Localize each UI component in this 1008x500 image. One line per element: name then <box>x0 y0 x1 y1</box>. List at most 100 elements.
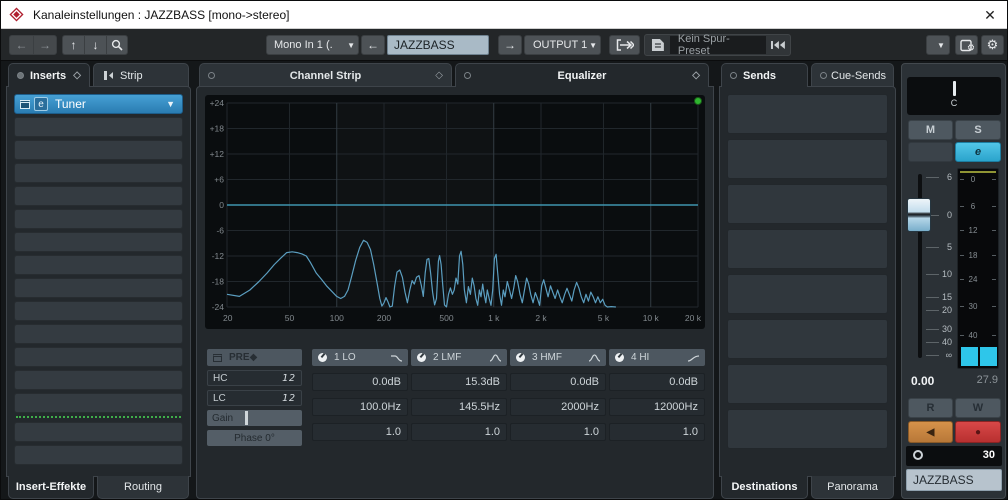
eq-band-header[interactable]: 1 LO <box>312 349 408 366</box>
eq-band-header[interactable]: 4 HI <box>609 349 705 366</box>
tab-panorama[interactable]: Panorama <box>811 476 894 499</box>
insert-bypass-icon[interactable] <box>20 100 30 109</box>
output-routing-select[interactable]: OUTPUT 1 ▼ <box>524 35 601 55</box>
preset-tag-icon[interactable] <box>650 38 666 52</box>
gain-slider[interactable]: Gain <box>207 410 302 426</box>
close-icon[interactable]: ✕ <box>977 3 1003 27</box>
fader-value[interactable]: 0.00 <box>911 374 934 388</box>
band-freq-field[interactable]: 2000Hz <box>510 398 606 416</box>
eq-band-header[interactable]: 3 HMF <box>510 349 606 366</box>
insert-slot-empty[interactable] <box>14 347 183 367</box>
previous-channel-icon[interactable]: ↑ <box>62 35 84 55</box>
input-routing-select[interactable]: Mono In 1 (. ▼ <box>266 35 359 55</box>
insert-slot-empty[interactable] <box>14 301 183 321</box>
mute-button[interactable]: M <box>908 120 953 140</box>
insert-slot-empty[interactable] <box>14 370 183 390</box>
tab-inserts[interactable]: Inserts ◇ <box>8 63 90 87</box>
band-q-field[interactable]: 1.0 <box>609 423 705 441</box>
send-slot-empty[interactable] <box>727 229 888 269</box>
peak-value[interactable]: 27.9 <box>977 374 998 386</box>
band-power-icon[interactable] <box>318 353 327 362</box>
insert-slot-empty[interactable] <box>14 422 183 442</box>
insert-slot-empty[interactable] <box>14 445 183 465</box>
listen-button[interactable] <box>908 142 953 162</box>
clip-indicator[interactable] <box>960 171 996 173</box>
gear-icon[interactable]: ⚙ <box>981 35 1004 55</box>
bypass-diamond-icon[interactable]: ◇ <box>73 70 81 81</box>
insert-slot-empty[interactable] <box>14 278 183 298</box>
band-freq-field[interactable]: 145.5Hz <box>411 398 507 416</box>
band-curve-icon[interactable] <box>588 353 601 363</box>
insert-slot-empty[interactable] <box>14 186 183 206</box>
tab-channel-strip[interactable]: Channel Strip ◇ <box>199 63 452 87</box>
insert-slot-empty[interactable] <box>14 232 183 252</box>
back-icon[interactable]: ← <box>9 35 33 55</box>
tab-cue-sends[interactable]: Cue-Sends <box>811 63 894 87</box>
channel-name-input[interactable]: JAZZBASS <box>387 35 489 55</box>
insert-slot-empty[interactable] <box>14 163 183 183</box>
pre-header[interactable]: PRE ◆ <box>207 349 302 366</box>
channel-name-label[interactable]: JAZZBASS <box>906 469 1002 491</box>
track-preset-field[interactable]: Kein Spur-Preset <box>670 36 766 54</box>
send-slot-empty[interactable] <box>727 409 888 449</box>
send-slot-empty[interactable] <box>727 184 888 224</box>
settings-dropdown-button[interactable]: ▼ <box>926 35 950 55</box>
tab-insert-effekte[interactable]: Insert-Effekte <box>8 476 94 499</box>
insert-slot-empty[interactable] <box>14 393 183 413</box>
fader-handle[interactable] <box>907 198 931 232</box>
eq-active-led[interactable] <box>695 98 702 105</box>
rewind-preset-icon[interactable] <box>770 40 786 50</box>
tab-equalizer[interactable]: Equalizer ◇ <box>455 63 709 87</box>
eq-band-header[interactable]: 2 LMF <box>411 349 507 366</box>
send-slot-empty[interactable] <box>727 94 888 134</box>
insert-edit-icon[interactable]: e <box>34 97 48 111</box>
band-gain-field[interactable]: 0.0dB <box>609 373 705 391</box>
tab-sends[interactable]: Sends <box>721 63 808 87</box>
monitor-button[interactable]: ◀ <box>908 421 953 443</box>
send-slot-empty[interactable] <box>727 274 888 314</box>
phase-button[interactable]: Phase 0° <box>207 430 302 446</box>
insert-slot-empty[interactable] <box>14 209 183 229</box>
band-power-icon[interactable] <box>417 353 426 362</box>
band-gain-field[interactable]: 0.0dB <box>510 373 606 391</box>
tab-destinations[interactable]: Destinations <box>721 476 808 499</box>
band-q-field[interactable]: 1.0 <box>312 423 408 441</box>
send-slot-empty[interactable] <box>727 139 888 179</box>
next-channel-icon[interactable]: ↓ <box>84 35 106 55</box>
insert-slot-empty[interactable] <box>14 255 183 275</box>
record-arm-button[interactable]: ● <box>955 421 1001 443</box>
direct-routing-button[interactable] <box>609 35 640 55</box>
pre-bypass-icon[interactable] <box>213 354 222 362</box>
insert-slot-empty[interactable] <box>14 324 183 344</box>
band-power-icon[interactable] <box>516 353 525 362</box>
output-arrow-icon[interactable]: → <box>498 35 522 55</box>
insert-slot-tuner[interactable]: eTuner▼ <box>14 94 183 114</box>
eq-curve-display[interactable]: +24+18+12+60-6-12-18-2420501002005001 k2… <box>205 95 705 329</box>
band-freq-field[interactable]: 100.0Hz <box>312 398 408 416</box>
write-automation-button[interactable]: W <box>955 398 1001 418</box>
window-setup-button[interactable]: ⚙ <box>955 35 978 55</box>
channel-color-icon[interactable] <box>913 450 923 460</box>
band-curve-icon[interactable] <box>390 353 403 363</box>
search-channel-button[interactable] <box>106 35 128 55</box>
band-power-icon[interactable] <box>615 353 624 362</box>
pan-handle[interactable] <box>953 81 956 96</box>
solo-button[interactable]: S <box>955 120 1001 140</box>
tab-routing[interactable]: Routing <box>97 476 189 499</box>
bypass-diamond-icon[interactable]: ◆ <box>250 352 258 363</box>
send-slot-empty[interactable] <box>727 319 888 359</box>
band-q-field[interactable]: 1.0 <box>411 423 507 441</box>
send-slot-empty[interactable] <box>727 364 888 404</box>
input-arrow-icon[interactable]: ← <box>361 35 385 55</box>
insert-slot-empty[interactable] <box>14 117 183 137</box>
gain-slider-handle[interactable] <box>245 411 248 425</box>
band-gain-field[interactable]: 0.0dB <box>312 373 408 391</box>
edit-channel-button[interactable]: e <box>955 142 1001 162</box>
hc-filter-row[interactable]: HC 12 <box>207 370 302 386</box>
forward-icon[interactable]: → <box>33 35 57 55</box>
read-automation-button[interactable]: R <box>908 398 953 418</box>
band-freq-field[interactable]: 12000Hz <box>609 398 705 416</box>
band-q-field[interactable]: 1.0 <box>510 423 606 441</box>
band-curve-icon[interactable] <box>489 353 502 363</box>
tab-strip[interactable]: Strip <box>93 63 189 87</box>
